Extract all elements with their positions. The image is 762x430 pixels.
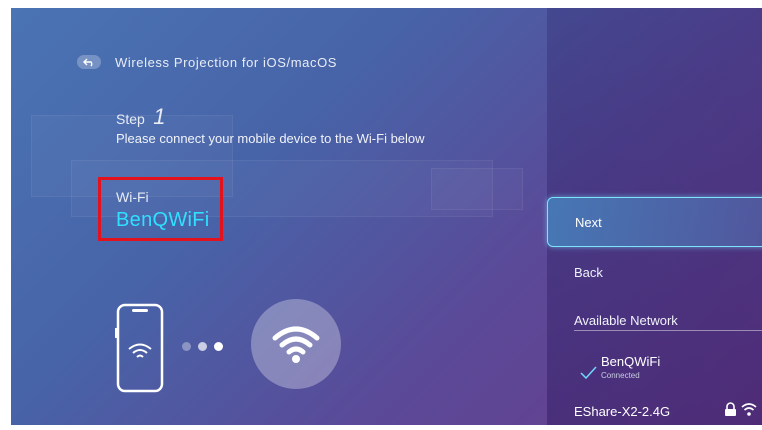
network-name: BenQWiFi xyxy=(601,354,661,369)
wifi-icon xyxy=(251,299,341,389)
background-shape xyxy=(431,168,523,210)
network-name: EShare-X2-2.4G xyxy=(574,404,671,419)
divider xyxy=(574,330,762,331)
back-button[interactable]: Back xyxy=(574,265,603,280)
next-button[interactable]: Next xyxy=(547,197,762,247)
header: Wireless Projection for iOS/macOS xyxy=(77,54,337,70)
lock-icon xyxy=(725,402,736,416)
instruction-text: Please connect your mobile device to the… xyxy=(116,131,425,146)
back-arrow-icon[interactable] xyxy=(77,55,101,69)
next-label: Next xyxy=(575,215,602,230)
side-menu: Next Back Available Network BenQWiFi Con… xyxy=(547,8,762,425)
step-indicator: Step 1 xyxy=(116,104,166,130)
page-title: Wireless Projection for iOS/macOS xyxy=(115,54,338,70)
wifi-ssid: BenQWiFi xyxy=(116,209,210,231)
projector-screen: Wireless Projection for iOS/macOS Step 1… xyxy=(11,8,762,425)
step-number: 1 xyxy=(153,104,166,129)
check-icon xyxy=(580,366,597,379)
wifi-signal-icon xyxy=(741,403,757,416)
available-network-heading: Available Network xyxy=(574,313,678,328)
step-label: Step xyxy=(116,111,145,127)
phone-wifi-icon xyxy=(115,302,167,403)
wifi-label: Wi-Fi xyxy=(116,189,149,205)
connecting-dots-icon xyxy=(182,342,223,351)
network-status: Connected xyxy=(601,371,640,380)
